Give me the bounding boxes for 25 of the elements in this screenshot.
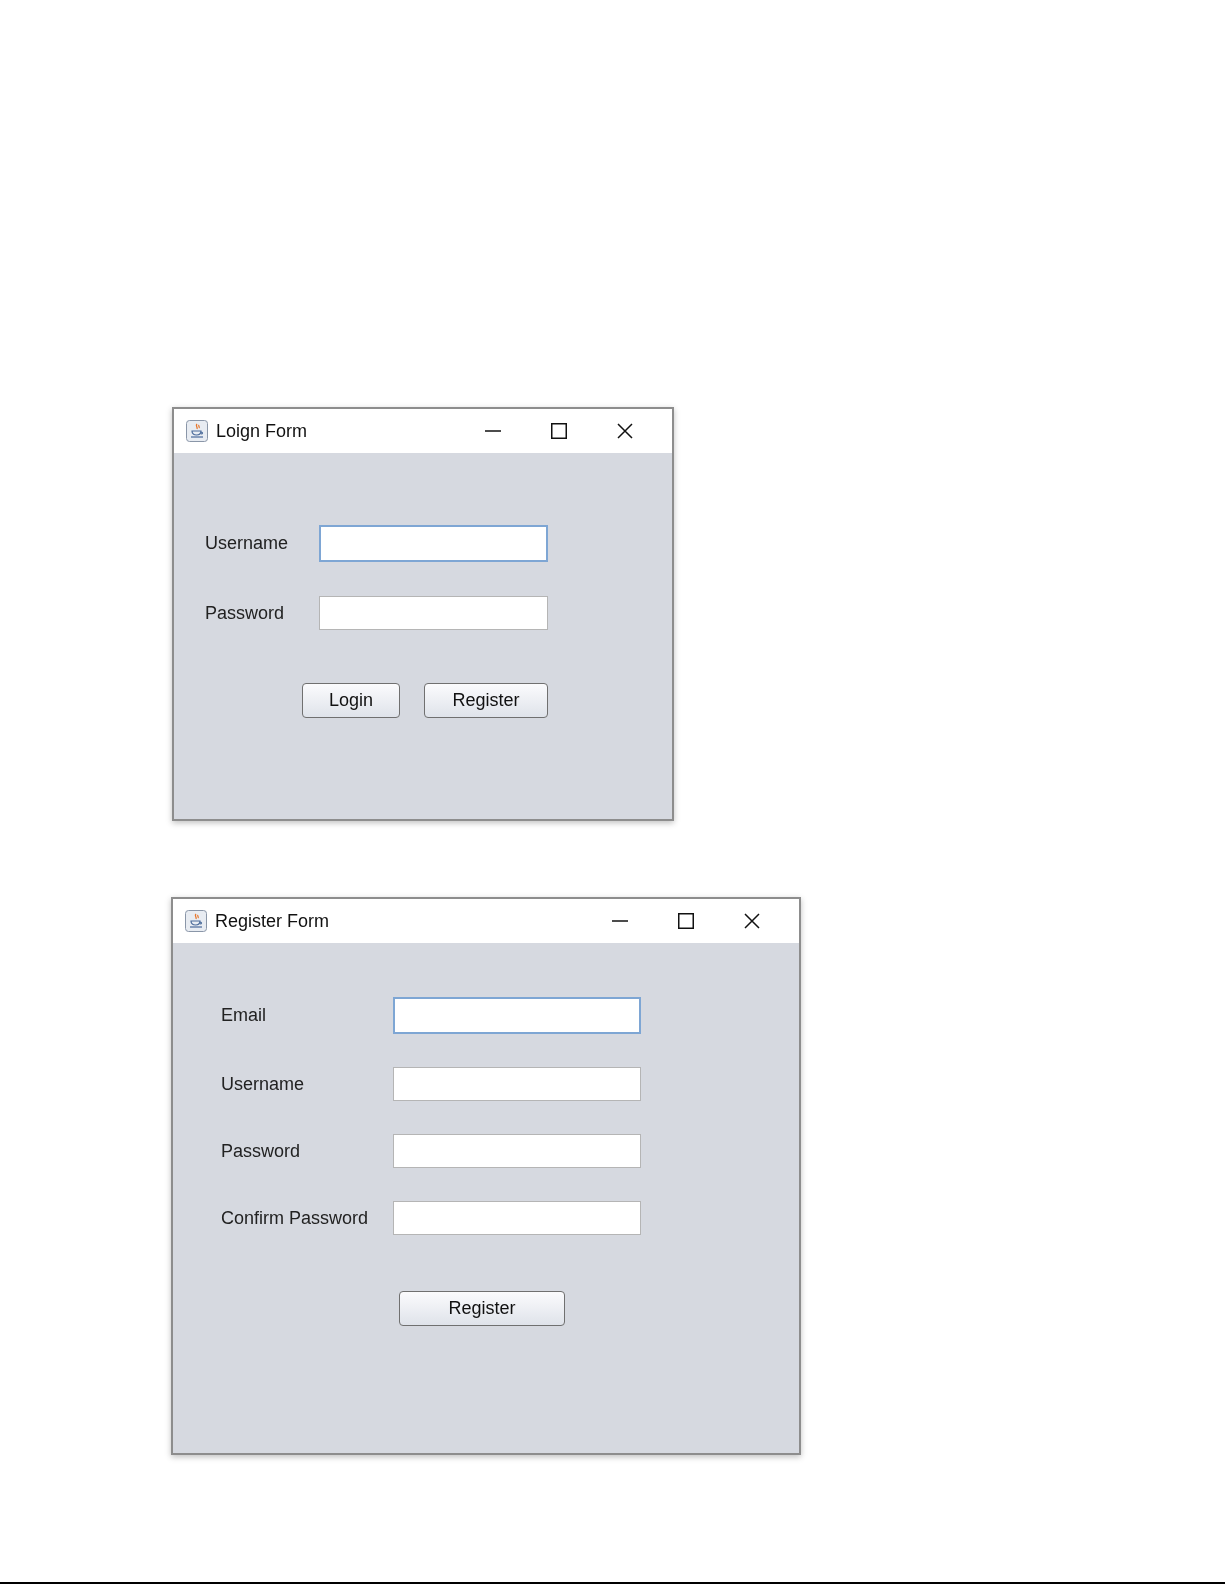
field-label: Username [205, 532, 290, 555]
close-icon [744, 913, 760, 929]
text-field[interactable] [319, 525, 548, 562]
field-label: Password [205, 601, 286, 625]
text-field[interactable] [393, 1134, 641, 1168]
text-field[interactable] [393, 997, 641, 1034]
text-field[interactable] [319, 596, 548, 630]
form-button[interactable]: Login [302, 683, 400, 718]
java-cup-icon [185, 910, 207, 932]
field-label: Username [221, 1072, 306, 1096]
java-cup-icon [186, 420, 208, 442]
maximize-icon [551, 423, 567, 439]
field-label: Confirm Password [221, 1206, 370, 1230]
minimize-icon [485, 430, 501, 432]
maximize-icon [678, 913, 694, 929]
minimize-icon [612, 920, 628, 922]
text-field[interactable] [393, 1067, 641, 1101]
close-icon [617, 423, 633, 439]
field-label: Email [221, 1004, 267, 1027]
form-button[interactable]: Register [399, 1291, 565, 1326]
window-title: Register Form [215, 909, 330, 933]
window-title: Loign Form [216, 419, 308, 443]
form-button[interactable]: Register [424, 683, 548, 718]
text-field[interactable] [393, 1201, 641, 1235]
field-label: Password [221, 1139, 302, 1163]
